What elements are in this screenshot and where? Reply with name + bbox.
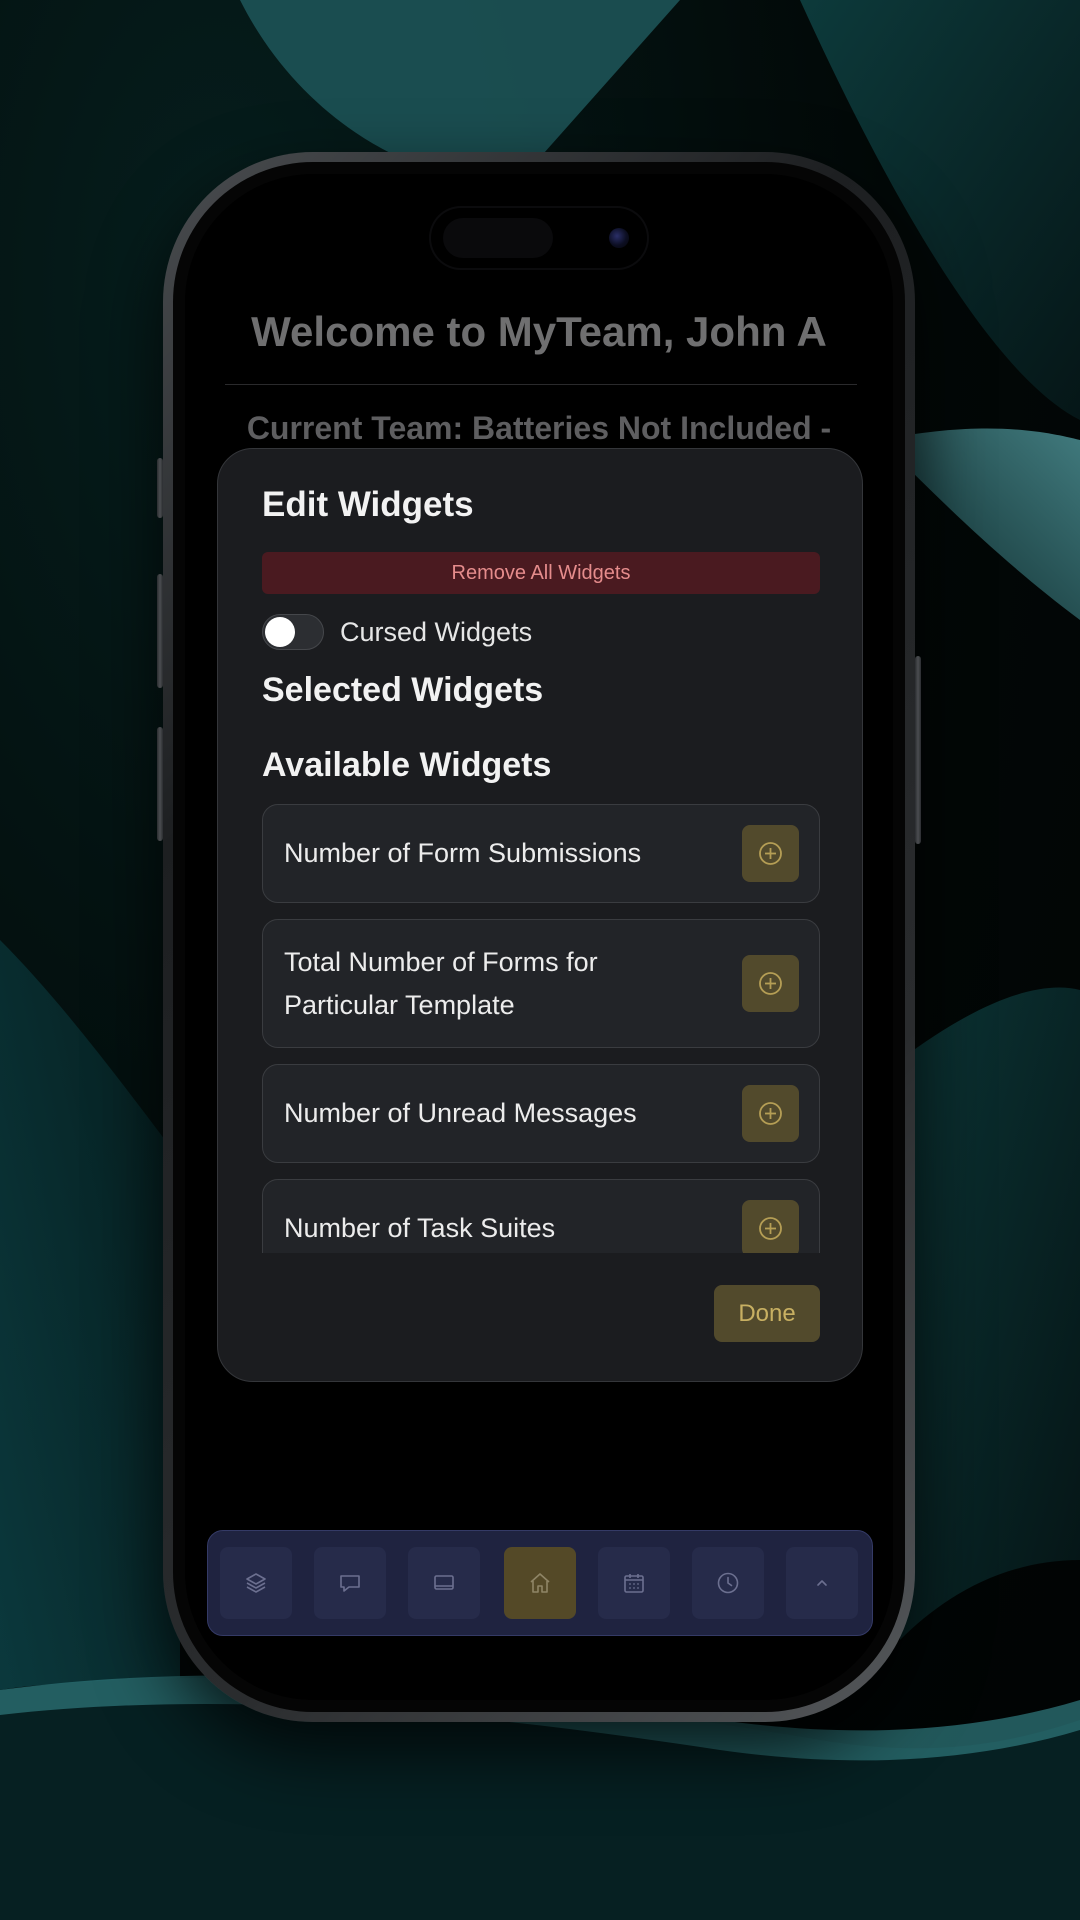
tablet-icon	[434, 1575, 454, 1590]
widget-label: Number of Task Suites	[284, 1213, 556, 1243]
widget-label: Total Number of Forms for Particular Tem…	[284, 947, 598, 1020]
cursed-widgets-toggle[interactable]	[262, 614, 324, 650]
available-widgets-heading: Available Widgets	[262, 746, 552, 784]
nav-item-home[interactable]	[504, 1547, 576, 1619]
nav-item-expand[interactable]	[786, 1547, 858, 1619]
plus-circle-icon	[759, 1217, 782, 1240]
plus-circle-icon	[759, 972, 782, 995]
nav-item-chat[interactable]	[314, 1547, 386, 1619]
island-sensor	[443, 218, 553, 258]
selected-widgets-heading: Selected Widgets	[262, 671, 544, 709]
widget-item: Number of Unread Messages	[262, 1064, 820, 1163]
chat-icon	[340, 1575, 360, 1592]
plus-circle-icon	[759, 1102, 782, 1125]
power-button	[915, 656, 921, 844]
edit-widgets-modal: Edit Widgets Remove All Widgets Cursed W…	[217, 448, 863, 1382]
page-title: Welcome to MyTeam, John A	[251, 308, 827, 355]
front-camera-icon	[609, 228, 629, 248]
add-widget-button[interactable]	[742, 955, 799, 1012]
widget-item: Number of Task Suites	[262, 1179, 820, 1253]
home-icon	[530, 1573, 550, 1593]
add-widget-button[interactable]	[742, 825, 799, 882]
nav-item-tablet[interactable]	[408, 1547, 480, 1619]
done-button[interactable]: Done	[714, 1285, 820, 1342]
divider	[225, 384, 857, 385]
calendar-icon	[624, 1574, 644, 1593]
cursed-widgets-label: Cursed Widgets	[340, 617, 533, 647]
nav-item-calendar[interactable]	[598, 1547, 670, 1619]
modal-title: Edit Widgets	[262, 485, 474, 524]
chevron-up-icon	[817, 1580, 827, 1586]
add-widget-button[interactable]	[742, 1085, 799, 1142]
dynamic-island	[429, 206, 649, 270]
widget-label: Number of Unread Messages	[284, 1098, 637, 1128]
nav-item-clock[interactable]	[692, 1547, 764, 1619]
widget-item: Total Number of Forms for Particular Tem…	[262, 919, 820, 1048]
nav-item-layers[interactable]	[220, 1547, 292, 1619]
bottom-nav-bar	[207, 1530, 873, 1636]
available-widgets-list[interactable]: Number of Form Submissions Total Number …	[262, 804, 822, 1253]
clock-icon	[717, 1572, 739, 1594]
widget-label: Number of Form Submissions	[284, 838, 642, 868]
current-team-label: Current Team: Batteries Not Included -	[246, 410, 832, 446]
phone-screen: Welcome to MyTeam, John A Current Team: …	[185, 174, 893, 1700]
action-button	[157, 458, 163, 518]
volume-down-button	[157, 727, 163, 841]
volume-up-button	[157, 574, 163, 688]
plus-circle-icon	[759, 842, 782, 865]
add-widget-button[interactable]	[742, 1200, 799, 1253]
toggle-knob	[265, 617, 295, 647]
widget-item: Number of Form Submissions	[262, 804, 820, 903]
remove-all-widgets-button[interactable]: Remove All Widgets	[262, 552, 820, 594]
layers-icon	[246, 1573, 266, 1593]
